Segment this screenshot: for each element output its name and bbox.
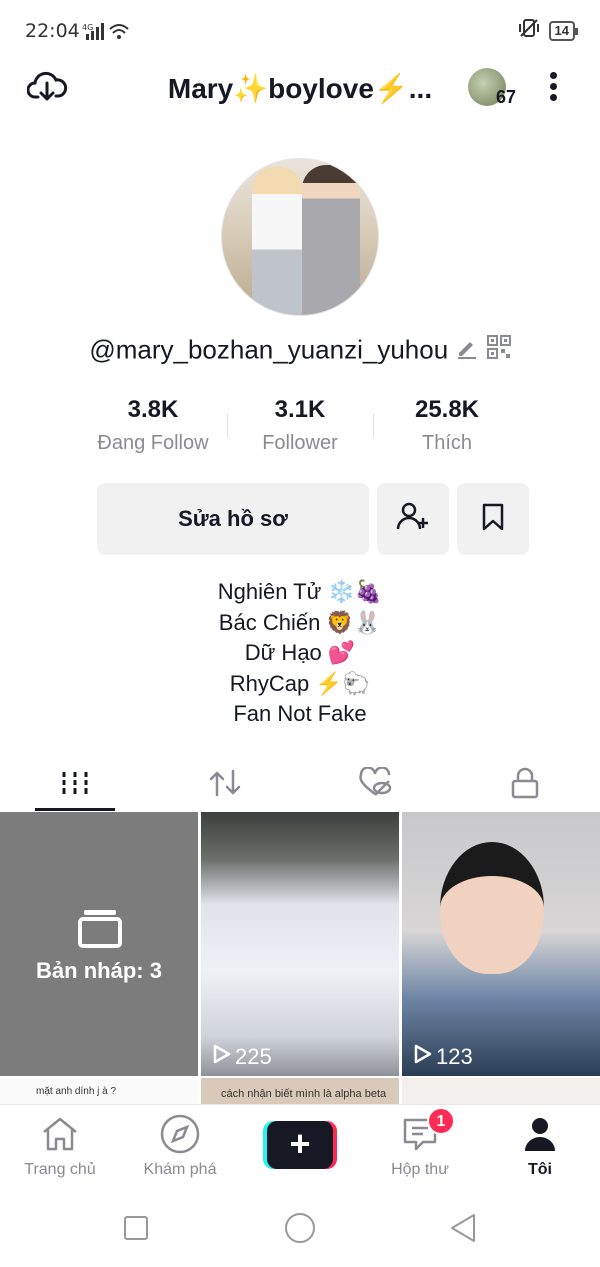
profile-avatar[interactable]: [221, 158, 379, 316]
nav-inbox[interactable]: Hộp thư: [360, 1115, 480, 1179]
thumbnail-caption: cách nhận biết mình là alpha beta: [221, 1088, 387, 1100]
tab-private[interactable]: [465, 758, 585, 812]
video-grid: Bản nháp: 3 225 123 mặt anh dính j à ? c…: [0, 812, 600, 1110]
nav-discover-label: Khám phá: [143, 1161, 217, 1178]
vibrate-icon: [517, 18, 541, 43]
home-system-icon[interactable]: [285, 1213, 315, 1243]
qr-code-icon[interactable]: [486, 334, 511, 365]
play-icon: [213, 1044, 231, 1070]
followers-count: 3.1K: [274, 396, 326, 423]
signal-icon: 4G: [82, 21, 130, 48]
more-options-icon[interactable]: [540, 70, 566, 106]
bio-line: Nghiên Tử ❄️🍇: [217, 579, 383, 604]
inbox-badge: 1: [427, 1107, 455, 1135]
play-icon: [414, 1044, 432, 1070]
hidden-heart-icon: [357, 765, 393, 804]
likes-label: Thích: [421, 432, 473, 454]
likes-stat[interactable]: 25.8K Thích: [367, 396, 527, 455]
following-label: Đang Follow: [97, 432, 209, 454]
system-navigation: [0, 1192, 600, 1267]
view-count: 225: [213, 1044, 272, 1070]
bio-line: Bác Chiến 🦁🐰: [218, 609, 382, 635]
lock-icon: [510, 767, 540, 804]
username-row: @mary_bozhan_yuanzi_yuhou: [0, 333, 600, 366]
nav-me[interactable]: Tôi: [480, 1115, 600, 1179]
network-type: 4G: [82, 23, 93, 32]
bio-line: Dữ Hạo 💕: [244, 640, 356, 665]
plus-icon: +: [267, 1121, 333, 1169]
view-count-value: 225: [235, 1044, 272, 1069]
add-user-icon: [396, 500, 430, 539]
username: @mary_bozhan_yuanzi_yuhou: [89, 334, 449, 365]
nav-home[interactable]: Trang chủ: [0, 1115, 120, 1179]
drafts-icon: [78, 908, 122, 953]
profile-icon: [523, 1116, 557, 1157]
followers-stat[interactable]: 3.1K Follower: [220, 396, 380, 455]
compass-icon: [159, 1113, 201, 1160]
likes-count: 25.8K: [414, 396, 480, 423]
status-time: 22:04: [25, 20, 80, 42]
tab-reposts[interactable]: [165, 758, 285, 812]
drafts-tile[interactable]: Bản nháp: 3: [0, 812, 198, 1076]
bookmark-icon: [480, 502, 506, 537]
status-bar: 22:04 4G 14: [0, 0, 600, 60]
battery-indicator: 14: [548, 20, 579, 41]
view-count: 123: [414, 1044, 473, 1070]
grid-icon: [61, 770, 89, 801]
favorites-button[interactable]: [457, 483, 529, 555]
profile-bio: Nghiên Tử ❄️🍇 Bác Chiến 🦁🐰 Dữ Hạo 💕 RhyC…: [0, 577, 600, 730]
profile-tabs: [0, 758, 600, 812]
nav-inbox-label: Hộp thư: [391, 1161, 449, 1178]
face-image: [440, 842, 544, 974]
drafts-label: Bản nháp: 3: [36, 958, 162, 983]
following-stat[interactable]: 3.8K Đang Follow: [73, 396, 233, 455]
nav-home-label: Trang chủ: [24, 1161, 96, 1178]
view-count-value: 123: [436, 1044, 473, 1069]
create-button[interactable]: +: [263, 1121, 337, 1169]
friends-count: 67: [496, 87, 517, 107]
following-count: 3.8K: [127, 396, 179, 423]
edit-pencil-icon[interactable]: [455, 335, 486, 365]
nav-discover[interactable]: Khám phá: [120, 1113, 240, 1179]
active-tab-indicator: [35, 808, 115, 811]
followers-label: Follower: [262, 432, 338, 454]
tab-videos[interactable]: [15, 758, 135, 812]
repost-icon: [207, 767, 243, 804]
edit-profile-button[interactable]: Sửa hồ sơ: [97, 483, 369, 555]
bio-line: Fan Not Fake: [233, 701, 367, 726]
back-icon[interactable]: [448, 1212, 478, 1249]
bottom-navigation: Trang chủ Khám phá + Hộp thư 1 Tôi: [0, 1104, 600, 1190]
add-friend-button[interactable]: [377, 483, 449, 555]
recent-apps-icon[interactable]: [124, 1216, 148, 1240]
profile-header: Mary✨boylove⚡... 67: [0, 62, 600, 114]
bio-line: RhyCap ⚡🐑: [229, 670, 371, 696]
tab-liked[interactable]: [315, 758, 435, 812]
video-thumbnail[interactable]: 123: [402, 812, 600, 1076]
home-icon: [40, 1116, 80, 1157]
thumbnail-caption: mặt anh dính j à ?: [36, 1086, 117, 1097]
nav-me-label: Tôi: [528, 1161, 552, 1178]
video-thumbnail[interactable]: 225: [201, 812, 399, 1076]
